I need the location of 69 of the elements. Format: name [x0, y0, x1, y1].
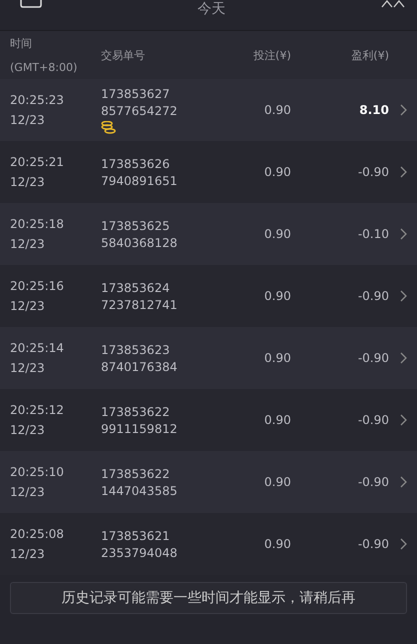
order-number: 173853626: [101, 156, 171, 170]
stake-amount: 0.90: [264, 103, 291, 117]
window-icon[interactable]: [20, 0, 42, 8]
profit-amount: -0.90: [358, 537, 389, 551]
chevron-right-icon[interactable]: [400, 476, 406, 488]
profit-amount: -0.90: [358, 289, 389, 303]
order-number: 8740176384: [101, 360, 178, 374]
order-number: 173853621: [101, 528, 171, 542]
time-text: 20:25:23: [10, 93, 65, 107]
order-number: 9911159812: [101, 422, 178, 436]
profit-amount: -0.90: [358, 351, 389, 365]
profit-amount: -0.90: [358, 475, 389, 489]
column-header: 投注(¥): [253, 48, 291, 62]
page-title: 今天: [198, 0, 226, 18]
profit-amount: 8.10: [359, 103, 389, 117]
order-number: 7237812741: [101, 298, 178, 312]
order-number: 173853624: [101, 280, 171, 294]
order-number: 173853627: [101, 86, 171, 100]
order-number: 173853622: [101, 404, 171, 418]
time-text: 20:25:18: [10, 217, 65, 231]
time-text: 20:25:21: [10, 155, 65, 169]
table-row[interactable]: 20:25:23 12/23 173853627 8577654272 0.90 8.10: [0, 79, 417, 141]
stake-amount: 0.90: [264, 351, 291, 365]
chevron-right-icon[interactable]: [400, 538, 406, 550]
column-header: 时间: [10, 36, 33, 51]
time-text: 20:25:12: [10, 403, 65, 417]
order-number: 8577654272: [101, 104, 178, 118]
stake-amount: 0.90: [264, 165, 291, 179]
date-text: 12/23: [10, 547, 46, 561]
date-text: 12/23: [10, 299, 46, 313]
date-text: 12/23: [10, 175, 46, 189]
date-text: 12/23: [10, 361, 46, 375]
table-row[interactable]: 20:25:10 12/23 173853622 1447043585 0.90 -0.90: [0, 451, 417, 513]
profit-amount: -0.90: [358, 413, 389, 427]
order-number: 1447043585: [101, 484, 178, 498]
time-text: 20:25:16: [10, 279, 65, 293]
caret-up-icon[interactable]: [381, 0, 405, 8]
chevron-right-icon[interactable]: [400, 290, 406, 302]
date-text: 12/23: [10, 485, 46, 499]
profit-amount: -0.10: [358, 227, 389, 241]
table-row[interactable]: 20:25:14 12/23 173853623 8740176384 0.90 -0.90: [0, 327, 417, 389]
stake-amount: 0.90: [264, 413, 291, 427]
date-text: 12/23: [10, 237, 46, 251]
chevron-right-icon[interactable]: [400, 166, 406, 178]
date-text: 12/23: [10, 423, 46, 437]
time-text: 20:25:14: [10, 341, 65, 355]
order-number: 2353794048: [101, 546, 178, 560]
notice-text: 历史记录可能需要一些时间才能显示，请稍后再: [62, 590, 356, 606]
chevron-right-icon[interactable]: [400, 414, 406, 426]
order-number: 173853623: [101, 342, 171, 356]
chevron-right-icon[interactable]: [400, 228, 406, 240]
time-text: 20:25:08: [10, 527, 65, 541]
stake-amount: 0.90: [264, 537, 291, 551]
order-number: 173853625: [101, 218, 171, 232]
stake-amount: 0.90: [264, 227, 291, 241]
order-number: 7940891651: [101, 174, 178, 188]
stake-amount: 0.90: [264, 289, 291, 303]
column-header: (GMT+8:00): [10, 61, 78, 74]
date-text: 12/23: [10, 113, 46, 127]
stake-amount: 0.90: [264, 475, 291, 489]
order-number: 173853622: [101, 466, 171, 480]
table-row[interactable]: 20:25:18 12/23 173853625 5840368128 0.90 -0.10: [0, 203, 417, 265]
chevron-right-icon[interactable]: [400, 104, 406, 116]
profit-amount: -0.90: [358, 165, 389, 179]
chevron-right-icon[interactable]: [400, 352, 406, 364]
time-text: 20:25:10: [10, 465, 65, 479]
order-number: 5840368128: [101, 236, 178, 250]
column-header: 交易单号: [101, 48, 146, 62]
column-header: 盈利(¥): [351, 48, 389, 62]
